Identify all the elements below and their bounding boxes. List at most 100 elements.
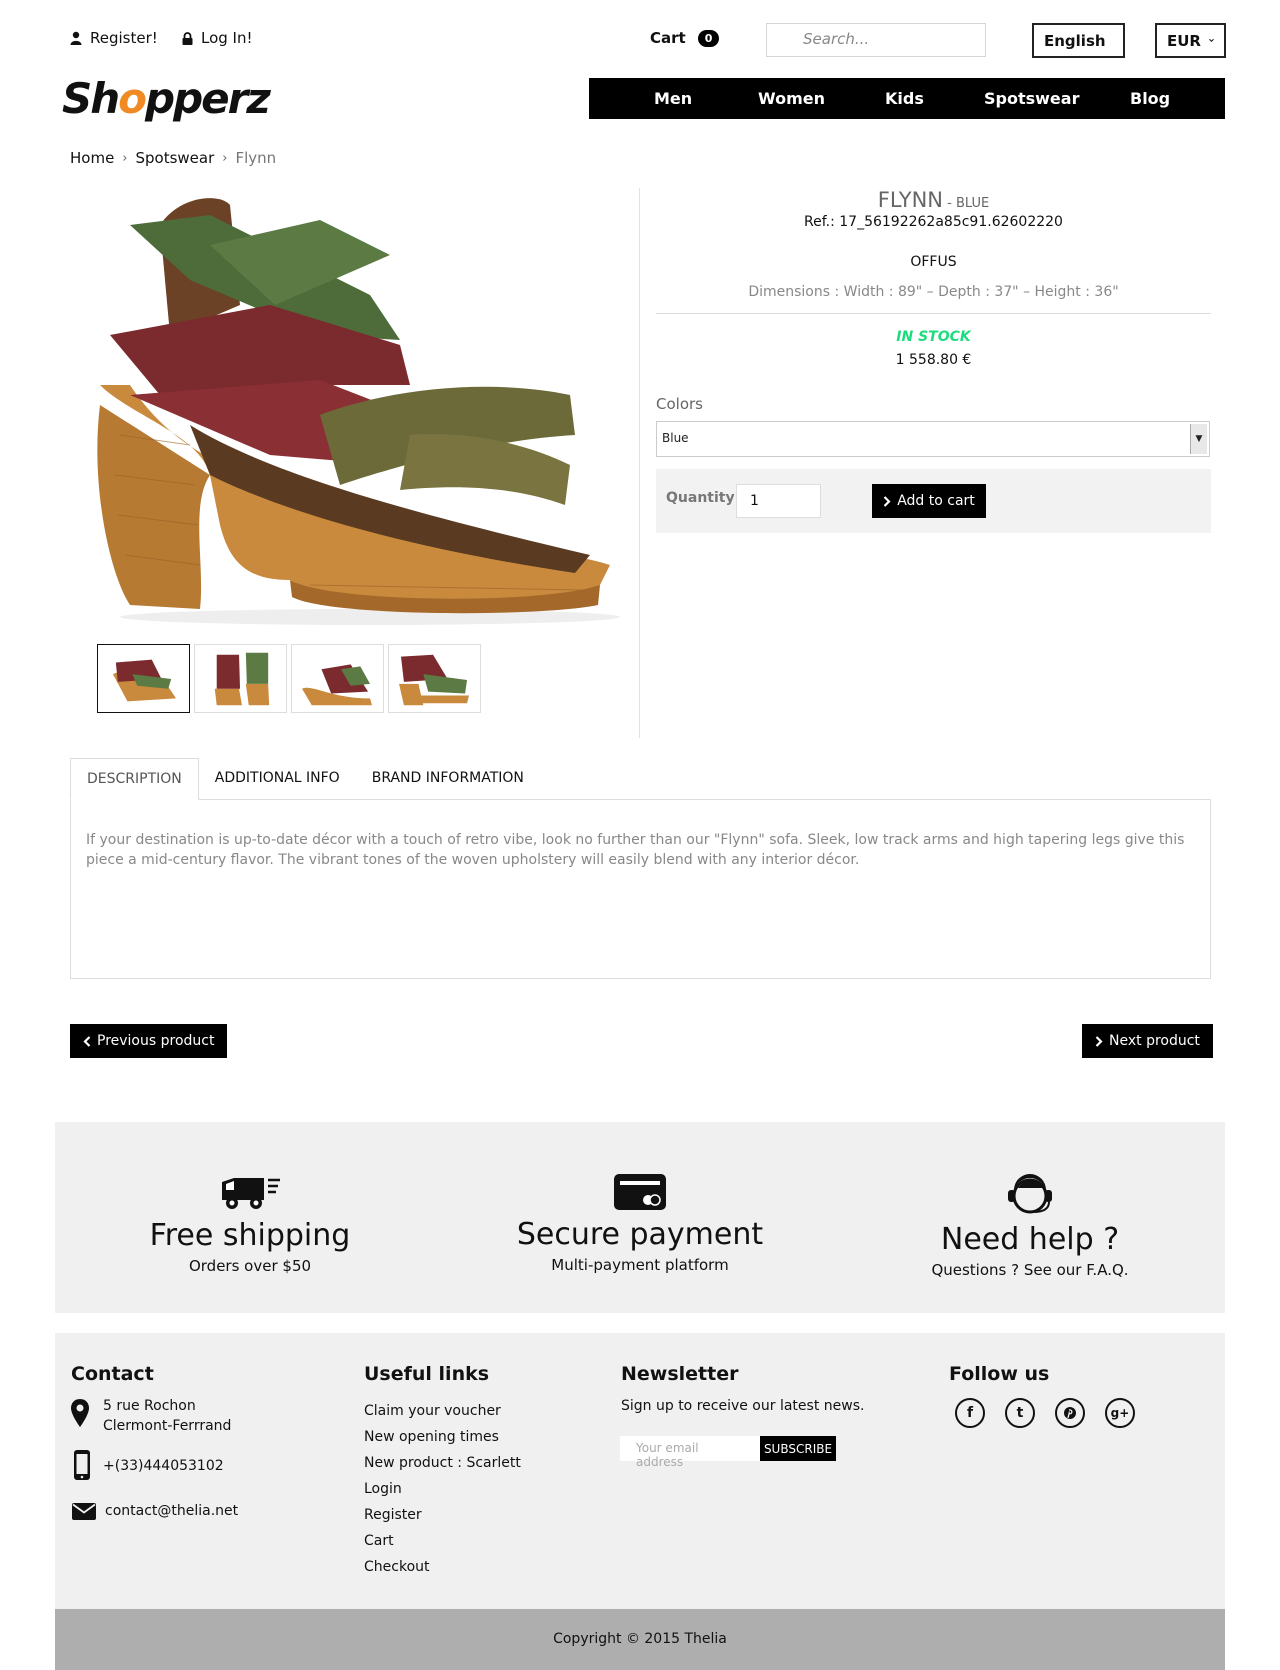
vertical-divider [639, 188, 640, 738]
nav-item-kids[interactable]: Kids [885, 89, 924, 108]
pinterest-icon[interactable] [1055, 1398, 1085, 1428]
address-line-1: 5 rue Rochon [103, 1398, 196, 1414]
product-name: FLYNN [877, 188, 944, 212]
feature-free-shipping: Free shipping Orders over $50 [80, 1172, 420, 1275]
product-thumbnail-2[interactable] [194, 644, 287, 713]
newsletter-heading: Newsletter [621, 1363, 739, 1385]
footer-link-register[interactable]: Register [364, 1507, 422, 1523]
previous-product-label: Previous product [97, 1033, 215, 1049]
nav-item-men[interactable]: Men [654, 89, 692, 108]
login-label: Log In! [201, 29, 253, 47]
pinterest-glyph [1064, 1407, 1076, 1419]
feature-secure-payment: Secure payment Multi-payment platform [470, 1173, 810, 1274]
chevron-right-icon [1095, 1035, 1103, 1047]
nav-item-blog[interactable]: Blog [1130, 89, 1170, 108]
currency-value: EUR [1167, 31, 1201, 50]
breadcrumb-home[interactable]: Home [70, 149, 114, 167]
next-product-label: Next product [1109, 1033, 1200, 1049]
language-select[interactable]: English [1032, 23, 1125, 58]
previous-product-button[interactable]: Previous product [70, 1024, 228, 1058]
footer-link-opening-times[interactable]: New opening times [364, 1429, 499, 1445]
shop-logo[interactable]: Shopperz [62, 74, 271, 123]
contact-email[interactable]: contact@thelia.net [105, 1501, 238, 1521]
tab-description[interactable]: DESCRIPTION [70, 758, 199, 800]
product-thumbnail-1[interactable] [97, 644, 190, 713]
caret-down-icon: ▼ [1190, 424, 1207, 454]
quantity-panel: Quantity 1 Add to cart [656, 469, 1211, 533]
cart-count-badge: 0 [697, 29, 720, 47]
copyright: Copyright © 2015 Thelia [55, 1609, 1225, 1670]
product-main-image[interactable] [70, 185, 630, 625]
useful-links-heading: Useful links [364, 1363, 490, 1385]
product-thumbnail-4[interactable] [388, 644, 481, 713]
search-input[interactable]: Search... [766, 23, 986, 57]
product-brand: OFFUS [910, 254, 957, 270]
currency-select[interactable]: EUR [1155, 23, 1226, 58]
product-variant: - BLUE [943, 196, 990, 211]
feature-subtitle: Orders over $50 [188, 1257, 312, 1275]
footer-link-login[interactable]: Login [364, 1481, 402, 1497]
breadcrumb-category[interactable]: Spotswear [136, 149, 215, 167]
product-title: FLYNN - BLUE [656, 188, 1211, 212]
tumblr-icon[interactable]: t [1005, 1398, 1035, 1428]
chevron-right-icon [883, 495, 891, 507]
register-link[interactable]: Register! [70, 29, 158, 47]
map-marker-icon [71, 1399, 89, 1427]
next-product-button[interactable]: Next product [1082, 1024, 1213, 1058]
tab-brand-information[interactable]: BRAND INFORMATION [356, 758, 540, 800]
product-description: If your destination is up-to-date décor … [86, 832, 1185, 868]
feature-title: Need help ? [940, 1222, 1120, 1257]
product-tabs: DESCRIPTION ADDITIONAL INFO BRAND INFORM… [70, 758, 540, 800]
product-thumbnail-3[interactable] [291, 644, 384, 713]
lock-icon [182, 31, 193, 45]
feature-title: Secure payment [516, 1217, 764, 1252]
subscribe-button[interactable]: SUBSCRIBE [760, 1436, 836, 1461]
envelope-icon [72, 1503, 96, 1520]
product-price: 1 558.80 € [895, 352, 972, 368]
color-select[interactable]: Blue ▼ [656, 421, 1210, 457]
feature-need-help: Need help ? Questions ? See our F.A.Q. [860, 1172, 1200, 1279]
divider [656, 313, 1211, 314]
google-plus-icon[interactable]: g+ [1105, 1398, 1135, 1428]
register-label: Register! [90, 29, 158, 47]
breadcrumb: Home › Spotswear › Flynn [70, 149, 276, 167]
mobile-phone-icon [74, 1450, 90, 1480]
support-headset-icon [1008, 1174, 1052, 1214]
footer-link-new-product[interactable]: New product : Scarlett [364, 1455, 521, 1471]
feature-title: Free shipping [149, 1218, 351, 1253]
nav-item-spotswear[interactable]: Spotswear [984, 89, 1079, 108]
chevron-right-icon: › [222, 150, 228, 166]
tab-additional-info[interactable]: ADDITIONAL INFO [199, 758, 356, 800]
tab-panel-description: If your destination is up-to-date décor … [70, 799, 1211, 979]
user-icon [70, 31, 82, 45]
credit-card-icon [614, 1174, 666, 1210]
breadcrumb-current: Flynn [235, 149, 277, 167]
footer-link-claim-voucher[interactable]: Claim your voucher [364, 1403, 501, 1419]
stock-status: IN STOCK [896, 329, 971, 345]
product-dimensions: Dimensions : Width : 89" – Depth : 37" –… [748, 284, 1119, 300]
follow-us-heading: Follow us [949, 1363, 1050, 1385]
language-value: English [1044, 31, 1106, 50]
login-link[interactable]: Log In! [182, 29, 253, 47]
chevron-left-icon [83, 1035, 91, 1047]
delivery-truck-icon [222, 1178, 280, 1209]
address-line-2: Clermont-Ferrrand [103, 1418, 232, 1434]
newsletter-email-input[interactable]: Your email address [620, 1436, 760, 1469]
color-select-value: Blue [662, 431, 689, 445]
cart-link[interactable]: Cart 0 [650, 29, 720, 47]
quantity-label: Quantity [666, 490, 735, 506]
contact-phone: +(33)444053102 [103, 1458, 224, 1474]
footer-link-checkout[interactable]: Checkout [364, 1559, 430, 1575]
chevron-right-icon: › [122, 150, 128, 166]
add-to-cart-label: Add to cart [897, 493, 975, 509]
cart-label: Cart [650, 29, 686, 47]
contact-heading: Contact [71, 1363, 154, 1385]
colors-label: Colors [656, 395, 703, 413]
main-nav: Men Women Kids Spotswear Blog [589, 78, 1225, 119]
newsletter-text: Sign up to receive our latest news. [621, 1398, 865, 1414]
footer-link-cart[interactable]: Cart [364, 1533, 394, 1549]
nav-item-women[interactable]: Women [758, 89, 825, 108]
add-to-cart-button[interactable]: Add to cart [872, 484, 986, 518]
facebook-icon[interactable]: f [955, 1398, 985, 1428]
quantity-input[interactable]: 1 [736, 484, 821, 518]
